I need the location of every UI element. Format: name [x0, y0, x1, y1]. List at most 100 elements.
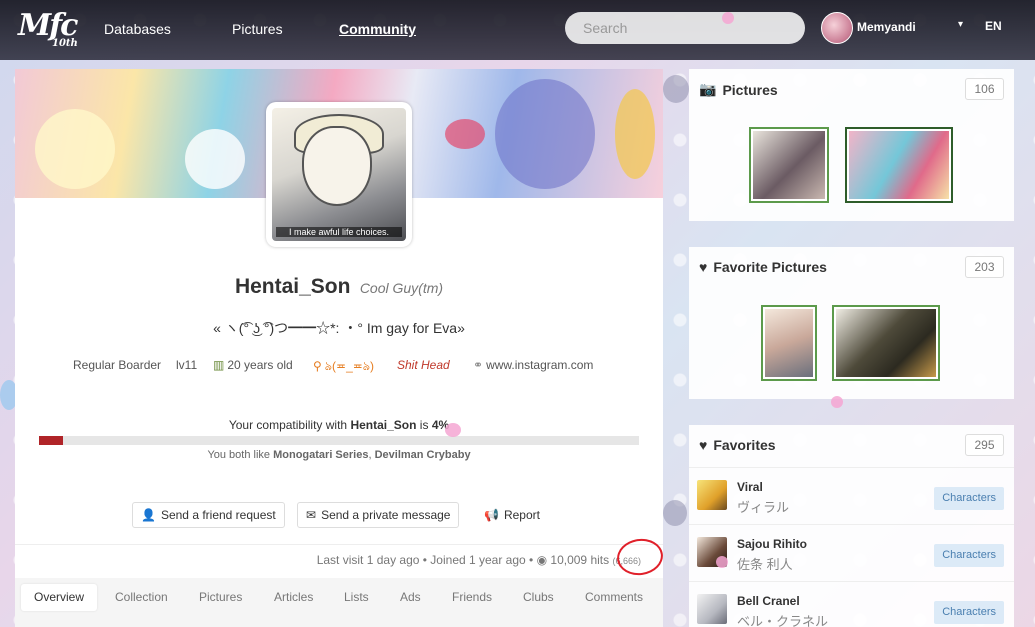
language-selector[interactable]: EN — [985, 19, 1002, 33]
avatar-art — [302, 126, 372, 206]
profile-location: ⚲ ঌ(≖_≖ঌ) — [313, 358, 374, 378]
tab-ads[interactable]: Ads — [387, 584, 434, 611]
nav-community-link[interactable]: Community — [339, 21, 416, 37]
thumbnail-image — [849, 131, 949, 199]
tab-friends[interactable]: Friends — [439, 584, 505, 611]
visit-join-text: Last visit 1 day ago • Joined 1 year ago… — [316, 553, 537, 567]
profile-level: lv11 — [176, 358, 198, 372]
tab-articles[interactable]: Articles — [261, 584, 326, 611]
chevron-down-icon[interactable]: ▾ — [958, 19, 963, 30]
picture-thumbnail[interactable] — [845, 127, 953, 203]
send-private-message-button[interactable]: ✉ Send a private message — [297, 502, 460, 528]
profile-location-label: ঌ(≖_≖ঌ) — [324, 359, 375, 373]
picture-thumbnail[interactable] — [749, 127, 829, 203]
bullhorn-icon: 📢 — [484, 508, 499, 522]
profile-age-label: 20 years old — [227, 358, 293, 372]
profile-rank: Regular Boarder — [73, 358, 162, 372]
favorites-header[interactable]: ♥ Favorites — [699, 437, 776, 453]
red-circle-annotation — [614, 535, 666, 579]
compatibility-bar — [39, 436, 639, 445]
characters-badge[interactable]: Characters — [934, 487, 1004, 510]
compatibility-bar-fill — [39, 436, 63, 445]
site-logo[interactable]: Mfc 10th — [18, 8, 78, 49]
divider — [15, 544, 663, 545]
nav-databases-link[interactable]: Databases — [104, 21, 171, 37]
map-pin-icon: ⚲ — [313, 359, 322, 373]
profile-website[interactable]: ⚭ www.instagram.com — [473, 358, 593, 372]
favorites-count: 295 — [965, 434, 1004, 456]
character-name[interactable]: Bell Cranel — [737, 594, 800, 608]
compat-prefix: Your compatibility with — [228, 418, 351, 432]
favorite-item[interactable]: Viral ヴィラル Characters — [689, 467, 1014, 524]
profile-website-label[interactable]: www.instagram.com — [486, 358, 593, 372]
heart-decoration — [722, 12, 734, 24]
bg-decoration — [663, 75, 689, 103]
favorite-pictures-card: ♥ Favorite Pictures 203 — [689, 247, 1014, 399]
shared-like-1[interactable]: Monogatari Series — [273, 449, 368, 461]
avatar-caption: I make awful life choices. — [276, 227, 402, 237]
favorite-item[interactable]: Bell Cranel ベル・クラネル Characters — [689, 581, 1014, 627]
pictures-header[interactable]: 📷 Pictures — [699, 81, 778, 98]
tab-collection[interactable]: Collection — [102, 584, 181, 611]
nav-pictures-link[interactable]: Pictures — [232, 21, 283, 37]
camera-icon: 📷 — [699, 81, 717, 97]
tab-overview[interactable]: Overview — [21, 584, 98, 611]
pictures-card: 📷 Pictures 106 — [689, 69, 1014, 221]
favorite-pictures-header[interactable]: ♥ Favorite Pictures — [699, 259, 827, 275]
profile-name: Hentai_Son — [234, 275, 351, 298]
report-button[interactable]: 📢 Report — [476, 502, 548, 528]
profile-tagline: « ヽ(͡° ͜ʖ ͡°)つ━━☆*: ・° Im gay for Eva» — [213, 320, 465, 336]
thumbnail-image — [765, 309, 813, 377]
favorite-item[interactable]: Sajou Rihito 佐条 利人 Characters — [689, 524, 1014, 581]
profile-avatar[interactable]: I make awful life choices. — [266, 102, 412, 247]
compatibility-text: Your compatibility with Hentai_Son is 4% — [15, 418, 663, 432]
favorite-pictures-title: Favorite Pictures — [713, 259, 827, 275]
friend-request-label: Send a friend request — [160, 508, 276, 522]
heart-decoration — [445, 423, 461, 437]
tab-comments[interactable]: Comments — [572, 584, 656, 611]
heart-decoration — [716, 556, 728, 568]
compat-mid: is — [416, 418, 432, 432]
character-name-jp: 佐条 利人 — [737, 557, 793, 572]
characters-badge[interactable]: Characters — [934, 601, 1004, 624]
likes-prefix: You both like — [207, 449, 274, 461]
envelope-icon: ✉ — [306, 508, 317, 522]
private-message-label: Send a private message — [321, 508, 451, 522]
profile-panel: I make awful life choices. Hentai_Son Co… — [15, 69, 666, 627]
link-icon: ⚭ — [473, 358, 484, 372]
characters-badge[interactable]: Characters — [934, 544, 1004, 567]
pictures-count: 106 — [965, 78, 1004, 100]
shared-like-2[interactable]: Devilman Crybaby — [375, 449, 471, 461]
character-avatar — [697, 480, 727, 510]
character-name[interactable]: Sajou Rihito — [737, 537, 807, 551]
user-avatar[interactable] — [821, 12, 853, 44]
profile-tabs: Overview Collection Pictures Articles Li… — [15, 578, 663, 627]
username-label[interactable]: Memyandi — [857, 20, 916, 34]
favorites-title: Favorites — [713, 437, 776, 453]
favorites-card: ♥ Favorites 295 Viral ヴィラル Characters Saj… — [689, 425, 1014, 627]
profile-stats: Last visit 1 day ago • Joined 1 year ago… — [317, 553, 641, 567]
profile-title: Cool Guy(tm) — [359, 280, 444, 296]
banner-art — [185, 129, 245, 189]
banner-art — [615, 89, 655, 179]
heart-decoration — [831, 396, 843, 408]
thumbnail-image — [753, 131, 825, 199]
pictures-title: Pictures — [722, 81, 778, 98]
profile-name-row: Hentai_Son Cool Guy(tm) — [15, 275, 663, 299]
tab-clubs[interactable]: Clubs — [510, 584, 567, 611]
bg-decoration — [663, 500, 687, 526]
character-name[interactable]: Viral — [737, 480, 763, 494]
compat-name: Hentai_Son — [350, 418, 417, 432]
add-user-icon: 👤 — [141, 508, 156, 522]
tab-lists[interactable]: Lists — [331, 584, 382, 611]
search-input[interactable] — [565, 12, 805, 44]
thumbnail-image — [836, 309, 936, 377]
heart-icon: ♥ — [699, 437, 708, 453]
favorite-picture-thumbnail[interactable] — [832, 305, 940, 381]
favorite-picture-thumbnail[interactable] — [761, 305, 817, 381]
heart-icon: ♥ — [699, 259, 708, 275]
banner-art — [35, 109, 115, 189]
logo-subtitle: 10th — [52, 38, 78, 49]
send-friend-request-button[interactable]: 👤 Send a friend request — [132, 502, 285, 528]
tab-pictures[interactable]: Pictures — [186, 584, 255, 611]
